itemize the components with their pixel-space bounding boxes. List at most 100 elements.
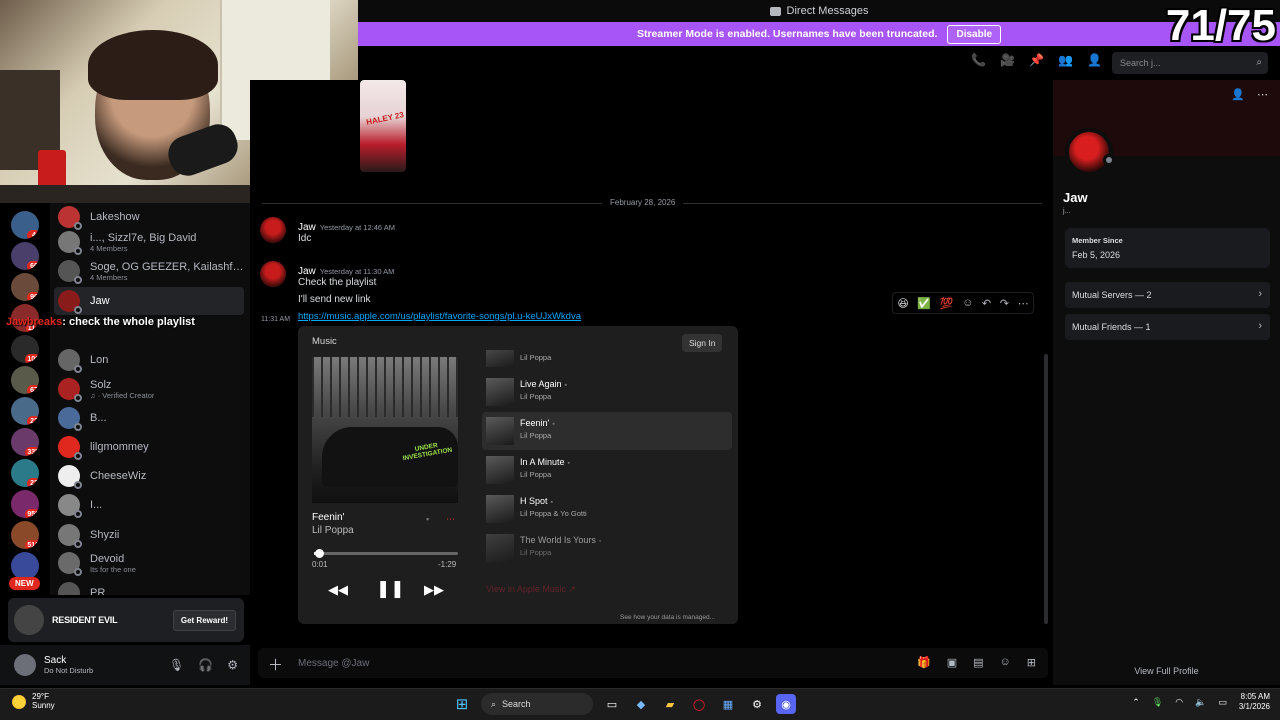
taskbar-search[interactable]: ⌕ Search [481, 693, 593, 715]
next-track-icon[interactable]: ▶▶ [424, 582, 444, 598]
dm-item[interactable]: I... [54, 491, 244, 519]
search-input[interactable]: Search j... ⌕ [1112, 52, 1268, 74]
previous-track-icon[interactable]: ◀◀ [328, 582, 348, 598]
store-icon[interactable]: ▦ [718, 694, 738, 714]
microphone-icon[interactable]: 🎙 [169, 658, 184, 672]
dm-item[interactable]: Solz ♫ · Verified Creator [54, 375, 244, 403]
add-reaction-icon[interactable]: ☺ [962, 297, 973, 309]
server-icon[interactable]: 4 [11, 211, 39, 239]
author-name[interactable]: Jaw [298, 222, 316, 233]
settings-gear-icon[interactable]: ⚙ [227, 658, 238, 672]
dm-item[interactable]: Shyzii [54, 521, 244, 549]
dm-item[interactable]: CheeseWiz [54, 462, 244, 490]
file-explorer-icon[interactable]: ▰ [660, 694, 680, 714]
dm-item[interactable]: Jaw [54, 287, 244, 315]
shared-image-attachment[interactable]: HALEY 23 [360, 80, 406, 172]
server-icon[interactable]: 22 [11, 397, 39, 425]
playlist-link[interactable]: https://music.apple.com/us/playlist/favo… [298, 311, 581, 322]
add-friend-icon[interactable]: 👤 [1231, 88, 1245, 101]
chevron-right-icon: › [1258, 288, 1262, 300]
clock[interactable]: 8:05 AM 3/1/2026 [1239, 692, 1270, 712]
battery-icon[interactable]: ▭ [1218, 697, 1227, 708]
copilot-icon[interactable]: ◆ [631, 694, 651, 714]
reaction-100[interactable]: 💯 [940, 297, 954, 310]
dm-item[interactable]: Devoid Its for the one [54, 549, 244, 577]
apps-icon[interactable]: ⊞ [1027, 656, 1036, 669]
dm-item[interactable]: i..., Sizzl7e, Big David 4 Members [54, 228, 244, 256]
dm-item[interactable]: PR [54, 579, 244, 595]
gift-icon[interactable]: 🎁 [917, 656, 931, 669]
user-profile-icon[interactable]: 👤 [1087, 54, 1102, 67]
task-view-icon[interactable]: ▭ [602, 694, 622, 714]
server-icon[interactable]: 956 [11, 490, 39, 518]
track-row[interactable]: H Spot ▪ Lil Poppa & Yo Gotti [482, 490, 732, 528]
mic-tray-icon[interactable]: 🎙 [1152, 697, 1163, 708]
album-artwork[interactable]: UNDER INVESTIGATION [312, 357, 458, 503]
server-icon[interactable]: 100 [11, 335, 39, 363]
more-options-icon[interactable]: ⋯ [1018, 297, 1029, 310]
server-icon[interactable]: 513 [11, 521, 39, 549]
track-row[interactable]: The World Is Yours ▪ Lil Poppa [482, 529, 732, 567]
settings-icon[interactable]: ⚙ [747, 694, 767, 714]
weather-widget[interactable]: 29°F Sunny [12, 692, 55, 711]
track-row[interactable]: Feenin' ▪ Lil Poppa [482, 412, 732, 450]
server-icon[interactable]: 90 [11, 273, 39, 301]
apple-music-logo: Music [312, 336, 337, 347]
dm-item[interactable]: B... [54, 404, 244, 432]
track-row[interactable]: Buttons▪Lil Poppa [482, 350, 732, 372]
profile-avatar[interactable] [1065, 128, 1115, 176]
author-name[interactable]: Jaw [298, 266, 316, 277]
more-options-icon[interactable]: ⋯ [446, 514, 455, 525]
disable-streamer-mode-button[interactable]: Disable [947, 24, 1002, 44]
search-placeholder: Search j... [1120, 58, 1161, 68]
voice-call-icon[interactable]: 📞 [971, 54, 986, 67]
forward-icon[interactable]: ↷ [1000, 297, 1009, 310]
promo-card[interactable]: RESIDENT EVIL Get Reward! [8, 598, 244, 642]
dm-item[interactable]: lilgmommey [54, 433, 244, 461]
reaction-check[interactable]: ✅ [917, 297, 931, 310]
volume-icon[interactable]: 🔈 [1195, 697, 1206, 708]
opera-icon[interactable]: ◯ [689, 694, 709, 714]
user-avatar[interactable] [14, 654, 36, 676]
now-playing-artist[interactable]: Lil Poppa [312, 525, 354, 536]
view-full-profile-link[interactable]: View Full Profile [1053, 666, 1280, 676]
author-avatar[interactable] [260, 261, 286, 287]
data-managed-link[interactable]: See how your data is managed... [620, 614, 715, 621]
playback-progress-bar[interactable] [314, 549, 458, 558]
more-options-icon[interactable]: ⋯ [1257, 88, 1268, 101]
server-icon[interactable]: 22 [11, 459, 39, 487]
server-icon[interactable]: 66 [11, 242, 39, 270]
sticker-icon[interactable]: ▤ [973, 656, 983, 669]
discord-icon[interactable]: ◉ [776, 694, 796, 714]
add-friends-icon[interactable]: 👥 [1058, 54, 1073, 67]
add-attachment-icon[interactable]: ＋ [268, 654, 283, 675]
message-input[interactable] [298, 655, 858, 671]
get-reward-button[interactable]: Get Reward! [172, 609, 236, 631]
video-call-icon[interactable]: 🎥 [1000, 54, 1015, 67]
windows-start-icon[interactable]: ⊞ [452, 694, 472, 714]
reply-icon[interactable]: ↶ [982, 297, 991, 310]
dm-item[interactable]: Lakeshow [54, 203, 244, 231]
headphones-icon[interactable]: 🎧 [198, 658, 213, 672]
server-icon[interactable]: 67 [11, 366, 39, 394]
pause-icon[interactable]: ❚❚ [376, 579, 405, 599]
gif-icon[interactable]: ▣ [947, 656, 957, 669]
dm-item[interactable]: Lon [54, 346, 244, 374]
user-name: Sack [44, 655, 67, 666]
view-in-apple-music-link[interactable]: View in Apple Music ↗ [486, 584, 576, 595]
mutual-servers-row[interactable]: Mutual Servers — 2 › [1065, 282, 1270, 308]
track-row[interactable]: In A Minute ▪ Lil Poppa [482, 451, 732, 489]
network-icon[interactable]: ◠ [1175, 697, 1183, 708]
author-avatar[interactable] [260, 217, 286, 243]
tray-overflow-icon[interactable]: ⌃ [1132, 697, 1140, 708]
track-row[interactable]: Live Again ▪ Lil Poppa [482, 373, 732, 411]
pinned-messages-icon[interactable]: 📌 [1029, 54, 1044, 67]
chat-scrollbar[interactable] [1044, 354, 1048, 624]
playback-scrubber[interactable] [315, 549, 324, 558]
server-icon[interactable]: 335 [11, 428, 39, 456]
mutual-friends-row[interactable]: Mutual Friends — 1 › [1065, 314, 1270, 340]
dm-item[interactable]: Soge, OG GEEZER, Kailashfarm... 4 Members [54, 257, 244, 285]
server-icon[interactable] [11, 552, 39, 580]
reaction-laugh[interactable]: 😆 [897, 297, 908, 310]
emoji-icon[interactable]: ☺ [1000, 656, 1011, 669]
